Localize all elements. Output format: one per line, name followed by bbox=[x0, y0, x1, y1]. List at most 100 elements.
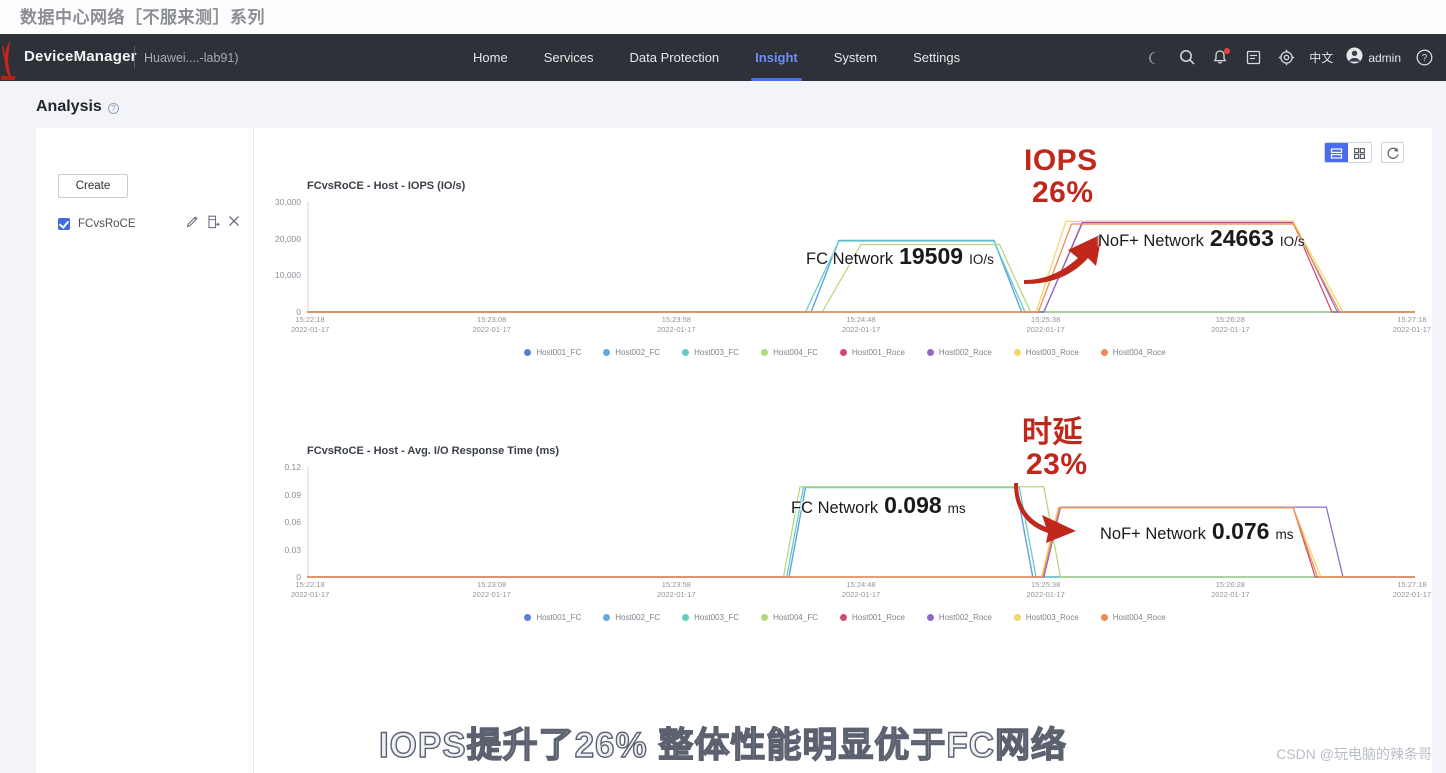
series-line bbox=[307, 221, 1415, 313]
nav-item-services[interactable]: Services bbox=[526, 34, 612, 81]
nav-right-cluster: 中文 admin ? bbox=[1144, 34, 1434, 81]
legend-item[interactable]: Host003_FC bbox=[682, 613, 739, 622]
chart-y-axis-labels: 0 10,000 20,000 30,000 bbox=[255, 197, 305, 317]
series-line bbox=[307, 486, 1415, 578]
chart-legend: Host001_FC Host002_FC Host003_FC Host004_FC… bbox=[285, 613, 1405, 622]
user-name: admin bbox=[1368, 50, 1401, 65]
chart-iops: FCvsRoCE - Host - IOPS (IO/s) 0 10,000 20,… bbox=[255, 180, 1432, 430]
legend-item[interactable]: Host002_Roce bbox=[926, 613, 992, 622]
nav-item-system[interactable]: System bbox=[816, 34, 895, 81]
edit-icon[interactable] bbox=[186, 215, 199, 229]
notification-badge bbox=[1224, 47, 1231, 54]
y-tick-label: 30,000 bbox=[275, 197, 301, 207]
video-bottom-caption: IOPS提升了26% 整体性能明显优于FC网络 bbox=[378, 725, 1068, 765]
legend-color-swatch bbox=[840, 349, 847, 356]
legend-label: Host003_FC bbox=[694, 348, 740, 357]
avatar bbox=[1346, 47, 1363, 69]
task-list-icon[interactable] bbox=[1243, 48, 1263, 68]
nav-item-data-protection[interactable]: Data Protection bbox=[612, 34, 738, 81]
close-icon[interactable] bbox=[228, 215, 241, 229]
legend-color-swatch bbox=[682, 614, 690, 621]
view-mode-segmented bbox=[1324, 142, 1372, 163]
chart-x-axis-labels: 15:22:18 2022-01-17 15:23:08 2022-01-17 15:2… bbox=[291, 315, 1431, 341]
legend-item[interactable]: Host002_Roce bbox=[926, 348, 992, 357]
legend-color-swatch bbox=[761, 614, 769, 621]
nav-item-insight[interactable]: Insight bbox=[737, 34, 816, 81]
gear-icon[interactable] bbox=[1276, 48, 1296, 68]
chart-title: FCvsRoCE - Host - IOPS (IO/s) bbox=[307, 180, 466, 192]
analysis-checkbox[interactable] bbox=[58, 218, 70, 230]
legend-item[interactable]: Host001_Roce bbox=[840, 348, 905, 357]
legend-label: Host001_Roce bbox=[852, 348, 905, 357]
legend-label: Host004_Roce bbox=[1112, 613, 1166, 622]
x-tick-label: 15:26:28 2022-01-17 bbox=[1211, 315, 1250, 334]
x-tick-label: 15:23:58 2022-01-17 bbox=[657, 580, 696, 599]
series-line bbox=[307, 239, 1415, 313]
legend-color-swatch bbox=[1100, 349, 1108, 356]
legend-item[interactable]: Host004_Roce bbox=[1100, 348, 1166, 357]
legend-item[interactable]: Host004_FC bbox=[761, 613, 818, 622]
legend-label: Host001_FC bbox=[536, 348, 582, 357]
x-tick-label: 15:23:08 2022-01-17 bbox=[472, 580, 511, 599]
page-body: Analysis ? Create FCvsRoCE FCvsRoCE - Ho… bbox=[0, 81, 1446, 773]
legend-item[interactable]: Host003_Roce bbox=[1013, 613, 1079, 622]
watermark: CSDN @玩电脑的辣条哥 bbox=[1276, 746, 1432, 762]
legend-item[interactable]: Host004_FC bbox=[761, 348, 818, 357]
series-line bbox=[307, 506, 1415, 578]
legend-label: Host002_FC bbox=[615, 348, 661, 357]
series-line bbox=[307, 506, 1415, 578]
screenshot-root: 数据中心网络［不服来测］系列 DeviceManager Huawei....-… bbox=[0, 0, 1446, 773]
refresh-icon[interactable] bbox=[1381, 142, 1404, 163]
series-line bbox=[307, 239, 1415, 313]
legend-color-swatch bbox=[926, 614, 934, 621]
legend-color-swatch bbox=[1100, 614, 1108, 621]
series-line bbox=[307, 240, 1415, 313]
legend-item[interactable]: Host002_FC bbox=[603, 348, 660, 357]
duplicate-icon[interactable] bbox=[207, 215, 220, 229]
video-top-strip: 数据中心网络［不服来测］系列 bbox=[0, 0, 1446, 34]
legend-item[interactable]: Host003_FC bbox=[682, 348, 739, 357]
nav-item-home[interactable]: Home bbox=[455, 34, 526, 81]
legend-label: Host002_Roce bbox=[938, 348, 992, 357]
series-line bbox=[307, 223, 1415, 313]
legend-label: Host004_FC bbox=[773, 613, 818, 622]
create-button[interactable]: Create bbox=[58, 174, 128, 198]
language-switch[interactable]: 中文 bbox=[1309, 49, 1333, 66]
series-line bbox=[307, 486, 1415, 578]
legend-item[interactable]: Host002_FC bbox=[603, 613, 660, 622]
analysis-card: Create FCvsRoCE FCvsRoCE - Host - IOPS (… bbox=[36, 128, 1432, 773]
top-navbar: DeviceManager Huawei....-lab91) Home Ser… bbox=[0, 34, 1446, 81]
user-menu[interactable]: admin bbox=[1346, 47, 1401, 69]
moon-icon[interactable] bbox=[1144, 48, 1164, 68]
chart-response-time: FCvsRoCE - Host - Avg. I/O Response Time… bbox=[255, 445, 1432, 695]
series-line bbox=[307, 243, 1415, 313]
chart-plot-area bbox=[307, 467, 1415, 578]
legend-item[interactable]: Host001_FC bbox=[524, 613, 581, 622]
series-line bbox=[307, 486, 1415, 578]
legend-item[interactable]: Host001_FC bbox=[524, 348, 581, 357]
legend-label: Host004_FC bbox=[773, 348, 818, 357]
y-tick-label: 20,000 bbox=[275, 233, 301, 244]
help-icon[interactable]: ? bbox=[1414, 48, 1434, 68]
page-header: Analysis ? bbox=[36, 98, 119, 116]
x-tick-label: 15:24:48 2022-01-17 bbox=[841, 580, 881, 599]
grid-view-toggle[interactable] bbox=[1348, 143, 1371, 162]
svg-text:?: ? bbox=[1421, 53, 1427, 64]
nav-item-settings[interactable]: Settings bbox=[895, 34, 978, 81]
legend-color-swatch bbox=[1013, 349, 1021, 356]
search-icon[interactable] bbox=[1177, 48, 1197, 68]
legend-label: Host003_Roce bbox=[1025, 348, 1079, 357]
legend-item[interactable]: Host004_Roce bbox=[1100, 613, 1166, 622]
legend-item[interactable]: Host003_Roce bbox=[1013, 348, 1079, 357]
chart-y-axis-labels: 0 0.03 0.06 0.09 0.12 bbox=[255, 462, 305, 582]
chart-legend: Host001_FC Host002_FC Host003_FC Host004_FC… bbox=[285, 348, 1405, 357]
list-view-toggle[interactable] bbox=[1325, 143, 1348, 162]
chart-plot-area bbox=[307, 202, 1415, 313]
series-line bbox=[307, 506, 1415, 578]
analysis-list-panel: Create FCvsRoCE bbox=[36, 128, 254, 773]
legend-item[interactable]: Host001_Roce bbox=[840, 613, 905, 622]
x-tick-label: 15:22:18 2022-01-17 bbox=[290, 315, 330, 334]
page-help-icon[interactable]: ? bbox=[107, 103, 119, 114]
nav-menu: Home Services Data Protection Insight Sy… bbox=[455, 34, 978, 81]
bell-icon[interactable] bbox=[1210, 47, 1231, 68]
